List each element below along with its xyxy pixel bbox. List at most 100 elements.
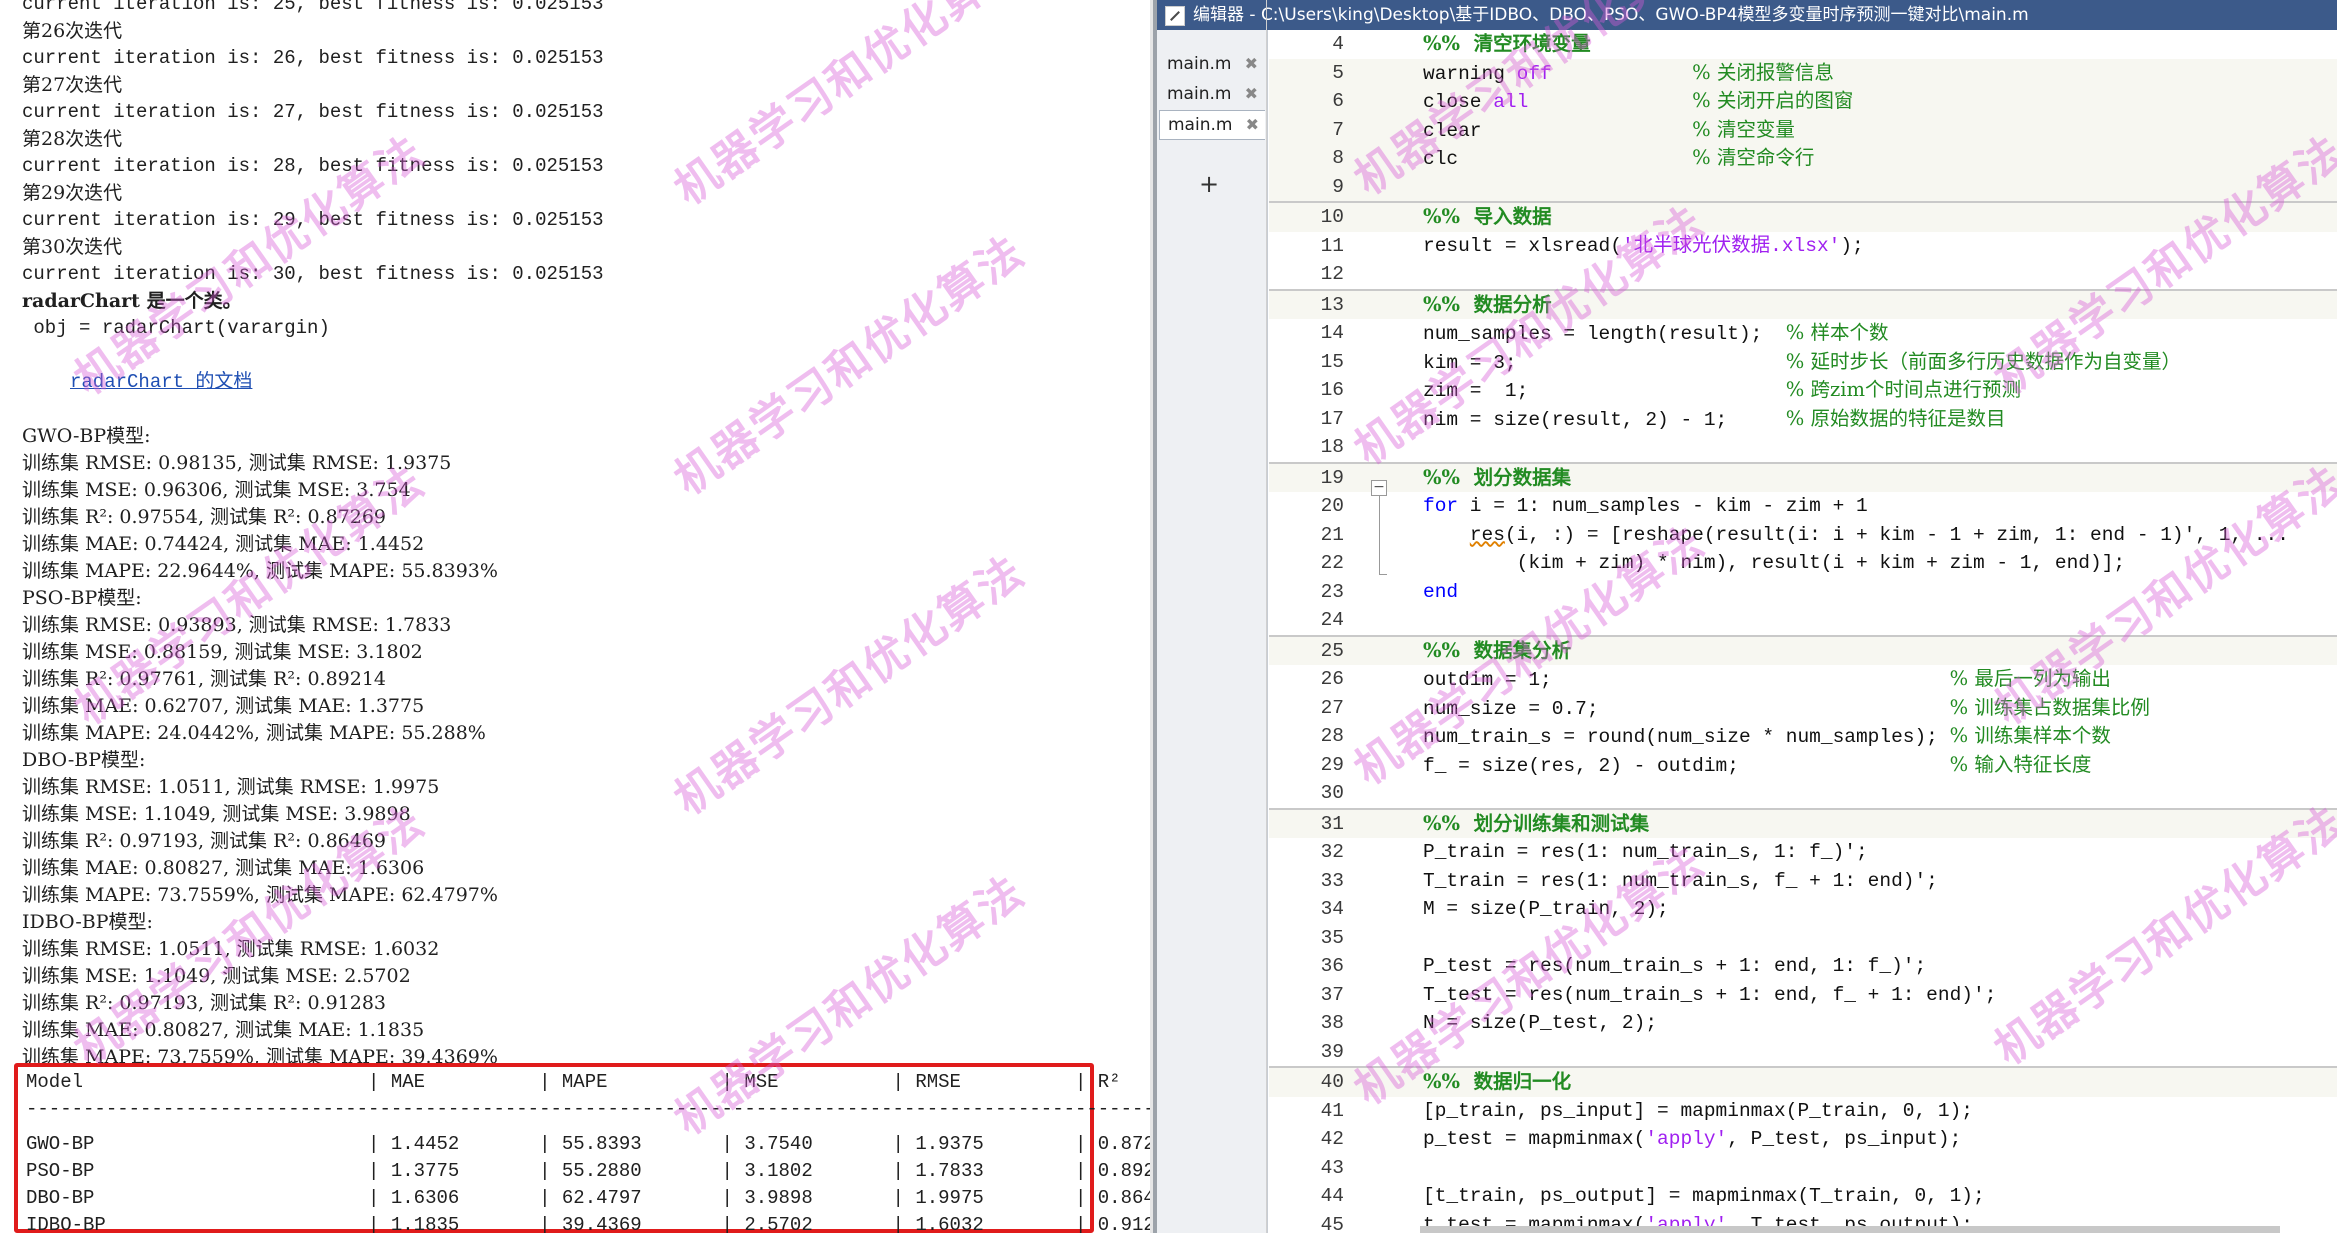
tab-main-m[interactable]: main.m ✖ xyxy=(1159,80,1264,108)
code-line[interactable]: 21 res(i, :) = [reshape(result(i: i + ki… xyxy=(1269,521,2337,550)
code-text: %% 清空环境变量 xyxy=(1423,30,1591,60)
code-line[interactable]: 22 (kim + zim) * nim), result(i + kim + … xyxy=(1269,549,2337,578)
file-tabs: main.m ✖ main.m ✖ main.m ✖ + xyxy=(1157,30,1268,1233)
code-line[interactable]: 11 result = xlsread('北半球光伏数据.xlsx'); xyxy=(1269,232,2337,261)
code-line[interactable]: 5 warning off % 关闭报警信息 xyxy=(1269,58,2337,87)
code-line[interactable]: 24 xyxy=(1269,606,2337,635)
output-line: 训练集 R²: 0.97193, 测试集 R²: 0.91283 xyxy=(22,992,387,1014)
code-token: %% 导入数据 xyxy=(1423,205,1552,228)
tab-label: main.m xyxy=(1167,54,1232,74)
code-token: i = 1: num_samples - kim - zim + 1 xyxy=(1458,495,1868,517)
code-line[interactable]: 4 %% 清空环境变量 xyxy=(1269,30,2337,59)
code-line[interactable]: 32 P_train = res(1: num_train_s, 1: f_)'; xyxy=(1269,838,2337,867)
fold-collapse-icon[interactable]: − xyxy=(1371,480,1387,496)
line-number: 33 xyxy=(1320,869,1344,892)
code-token: (i, :) = [reshape(result(i: i + kim - 1 … xyxy=(1504,523,2289,546)
command-window[interactable]: current iteration is: 25, best fitness i… xyxy=(0,0,1150,1233)
code-line[interactable]: 39 xyxy=(1269,1038,2337,1067)
add-tab-icon[interactable]: + xyxy=(1199,170,1219,198)
code-text: kim = 3; % 延时步长（前面多行历史数据作为自变量） xyxy=(1423,348,2181,378)
code-line[interactable]: 35 xyxy=(1269,924,2337,953)
line-number: 39 xyxy=(1320,1040,1344,1063)
code-line[interactable]: 42 p_test = mapminmax('apply', P_test, ps… xyxy=(1269,1125,2337,1154)
line-number: 23 xyxy=(1320,580,1344,603)
code-line[interactable]: 13 %% 数据分析 xyxy=(1269,288,2337,319)
results-table-header: Model | MAE | MAPE | MSE | RMSE | R² xyxy=(26,1071,1121,1093)
code-token: '北半球光伏数据.xlsx' xyxy=(1621,234,1841,257)
code-text: num_samples = length(result); % 样本个数 xyxy=(1423,319,1889,349)
code-line[interactable]: 30 xyxy=(1269,779,2337,808)
line-number: 11 xyxy=(1320,234,1344,257)
code-line[interactable]: 20 for i = 1: num_samples - kim - zim + 1 xyxy=(1269,492,2337,521)
code-line[interactable]: 23 end xyxy=(1269,578,2337,607)
code-token: warning xyxy=(1423,62,1517,85)
code-line[interactable]: 29 f_ = size(res, 2) - outdim; % 输入特征长度 xyxy=(1269,751,2337,780)
output-line: 第26次迭代 xyxy=(22,20,123,42)
code-line[interactable]: 8 clc % 清空命令行 xyxy=(1269,144,2337,173)
code-line[interactable]: 7 clear % 清空变量 xyxy=(1269,115,2337,144)
code-token: % 原始数据的特征是数目 xyxy=(1785,406,2006,430)
code-token: f_ = size(res, 2) - outdim; xyxy=(1423,754,1950,777)
code-token: end xyxy=(1423,580,1459,603)
line-number: 14 xyxy=(1320,322,1344,344)
output-line: 训练集 R²: 0.97193, 测试集 R²: 0.86469 xyxy=(22,830,387,852)
code-token: M = size(P_train, 2); xyxy=(1423,898,1669,920)
code-line[interactable]: 27 num_size = 0.7; % 训练集占数据集比例 xyxy=(1269,694,2337,723)
close-icon[interactable]: ✖ xyxy=(1245,80,1258,108)
output-line: 训练集 RMSE: 1.0511, 测试集 RMSE: 1.6032 xyxy=(22,938,440,960)
code-line[interactable]: 16 zim = 1; % 跨zim个时间点进行预测 xyxy=(1269,376,2337,405)
code-line[interactable]: 33 T_train = res(1: num_train_s, f_ + 1: … xyxy=(1269,867,2337,896)
tab-main-m[interactable]: main.m ✖ xyxy=(1159,50,1264,78)
code-line[interactable]: 28 num_train_s = round(num_size * num_sam… xyxy=(1269,722,2337,751)
code-text: nim = size(result, 2) - 1; % 原始数据的特征是数目 xyxy=(1423,405,2006,435)
output-line: 训练集 MAPE: 22.9644%, 测试集 MAPE: 55.8393% xyxy=(22,560,498,582)
code-line[interactable]: 15 kim = 3; % 延时步长（前面多行历史数据作为自变量） xyxy=(1269,348,2337,377)
line-number: 24 xyxy=(1320,609,1344,631)
code-text: %% 数据集分析 xyxy=(1423,637,1571,667)
code-token: % 跨zim个时间点进行预测 xyxy=(1785,378,2021,401)
line-number: 15 xyxy=(1320,350,1344,373)
code-line[interactable]: 25 %% 数据集分析 xyxy=(1269,634,2337,667)
line-number: 35 xyxy=(1320,926,1344,949)
code-line[interactable]: 40 %% 数据归一化 xyxy=(1269,1066,2337,1097)
line-number: 29 xyxy=(1320,753,1344,776)
code-token: outdim = 1; xyxy=(1423,669,1950,691)
code-line[interactable]: 41 [p_train, ps_input] = mapminmax(P_trai… xyxy=(1269,1097,2337,1126)
code-line[interactable]: 19 %% 划分数据集 xyxy=(1269,461,2337,492)
code-token: num_size = 0.7; xyxy=(1423,697,1950,720)
code-line[interactable]: 36 P_test = res(num_train_s + 1: end, 1: … xyxy=(1269,952,2337,981)
documentation-link[interactable]: radarChart 的文档 xyxy=(22,369,604,396)
output-line: current iteration is: 27, best fitness i… xyxy=(22,101,604,123)
output-line: obj = radarChart(varargin) xyxy=(22,317,330,339)
code-line[interactable]: 34 M = size(P_train, 2); xyxy=(1269,895,2337,924)
code-line[interactable]: 26 outdim = 1; % 最后一列为输出 xyxy=(1269,665,2337,694)
code-line[interactable]: 31 %% 划分训练集和测试集 xyxy=(1269,807,2337,840)
line-number: 22 xyxy=(1320,552,1344,574)
code-line[interactable]: 43 xyxy=(1269,1154,2337,1183)
code-token: res xyxy=(1469,523,1505,546)
code-line[interactable]: 9 xyxy=(1269,172,2337,201)
code-token: kim = 3; xyxy=(1423,351,1786,374)
close-icon[interactable]: ✖ xyxy=(1245,50,1258,78)
code-line[interactable]: 14 num_samples = length(result); % 样本个数 xyxy=(1269,319,2337,348)
code-line[interactable]: 12 xyxy=(1269,260,2337,289)
output-line: 训练集 MSE: 1.1049, 测试集 MSE: 2.5702 xyxy=(22,965,411,987)
code-line[interactable]: 37 T_test = res(num_train_s + 1: end, f_ … xyxy=(1269,981,2337,1010)
editor-titlebar[interactable]: 编辑器 - C:\Users\king\Desktop\基于IDBO、DBO、P… xyxy=(1157,0,2337,30)
code-line[interactable]: 17 nim = size(result, 2) - 1; % 原始数据的特征是数… xyxy=(1269,405,2337,434)
line-number: 5 xyxy=(1332,61,1344,84)
code-line[interactable]: 18 xyxy=(1269,433,2337,462)
code-line[interactable]: 6 close all % 关闭开启的图窗 xyxy=(1269,87,2337,116)
tab-main-m-active[interactable]: main.m ✖ xyxy=(1159,110,1265,140)
editor-title: 编辑器 - C:\Users\king\Desktop\基于IDBO、DBO、P… xyxy=(1193,5,2029,25)
code-area[interactable]: 4 %% 清空环境变量 5 warning off % 关闭报警信息 6 close al… xyxy=(1269,30,2337,1233)
code-line[interactable]: 44 [t_train, ps_output] = mapminmax(T_tra… xyxy=(1269,1182,2337,1211)
code-line[interactable]: 38 N = size(P_test, 2); xyxy=(1269,1009,2337,1038)
line-number: 36 xyxy=(1320,955,1344,977)
code-token: for xyxy=(1423,495,1459,517)
code-text: %% 划分训练集和测试集 xyxy=(1423,810,1649,840)
editor-horizontal-scrollbar[interactable] xyxy=(1420,1226,2280,1233)
code-line[interactable]: 10 %% 导入数据 xyxy=(1269,201,2337,232)
close-icon[interactable]: ✖ xyxy=(1246,111,1259,139)
